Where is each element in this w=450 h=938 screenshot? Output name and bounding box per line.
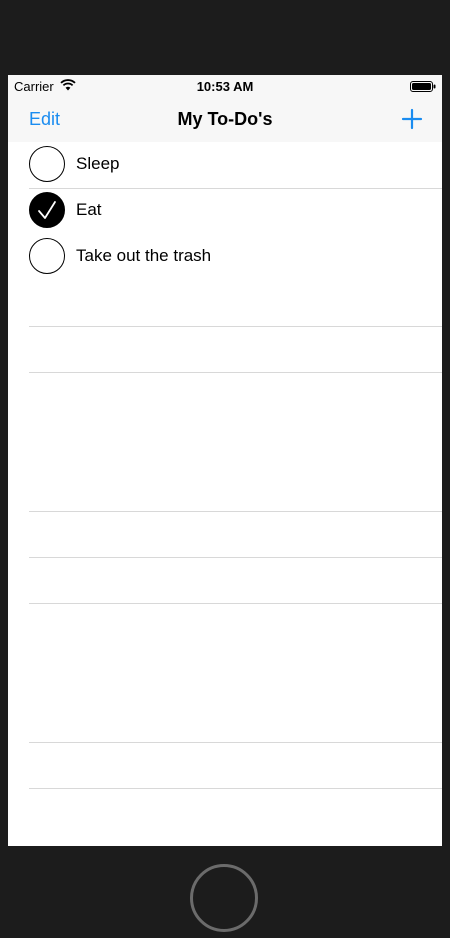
checkbox-unchecked[interactable]	[29, 238, 65, 274]
row-separator	[29, 511, 442, 512]
checkmark-icon	[38, 201, 56, 219]
todo-row[interactable]: Sleep	[8, 142, 442, 188]
navigation-bar: Edit My To-Do's	[8, 97, 442, 142]
plus-icon[interactable]	[400, 107, 424, 131]
checkbox-checked[interactable]	[29, 192, 65, 228]
battery-icon	[410, 81, 436, 92]
page-title: My To-Do's	[177, 109, 273, 129]
row-separator	[29, 326, 442, 327]
status-time: 10:53 AM	[196, 79, 254, 94]
todo-label: Sleep	[76, 154, 120, 173]
home-button[interactable]	[190, 864, 258, 932]
row-separator	[29, 603, 442, 604]
status-bar: Carrier 10:53 AM	[8, 75, 442, 97]
row-separator	[29, 742, 442, 743]
row-separator	[29, 557, 442, 558]
device-frame: Carrier 10:53 AM Edit My To-Do's Sleep E…	[0, 0, 450, 938]
todo-label: Eat	[76, 200, 102, 219]
row-separator	[29, 372, 442, 373]
todo-row[interactable]: Eat	[8, 188, 442, 234]
screen: Carrier 10:53 AM Edit My To-Do's Sleep E…	[8, 75, 442, 846]
todo-row[interactable]: Take out the trash	[8, 234, 442, 280]
todo-label: Take out the trash	[76, 246, 212, 265]
checkbox-unchecked[interactable]	[29, 146, 65, 182]
row-separator	[29, 788, 442, 789]
